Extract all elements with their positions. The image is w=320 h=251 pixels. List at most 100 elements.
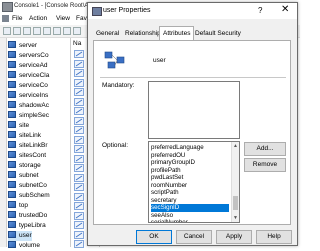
tree-item[interactable]: typeLibra xyxy=(8,221,46,231)
back-icon[interactable] xyxy=(3,27,11,35)
attribute-icon xyxy=(74,173,84,182)
help-icon[interactable] xyxy=(73,27,81,35)
tree-item[interactable]: storage xyxy=(8,161,41,171)
tree-item-user[interactable]: user xyxy=(8,231,32,241)
refresh-icon[interactable] xyxy=(53,27,61,35)
mmc-menu-icon[interactable] xyxy=(2,15,9,22)
schema-tree[interactable]: server serversCo serviceAd serviceCla se… xyxy=(0,38,71,249)
class-icon xyxy=(8,91,16,98)
list-item[interactable]: scriptPath xyxy=(151,189,229,197)
list-item[interactable]: pwdLastSet xyxy=(151,174,229,182)
add-button[interactable]: Add... xyxy=(244,142,286,156)
tree-item[interactable]: siteLink xyxy=(8,131,41,141)
tree-item[interactable]: serviceCo xyxy=(8,81,48,91)
attribute-icon xyxy=(74,211,84,220)
list-item[interactable]: preferredLanguage xyxy=(151,144,229,152)
menu-favorites[interactable]: Fav xyxy=(76,15,87,22)
class-icon xyxy=(8,131,16,138)
class-icon xyxy=(8,171,16,178)
tree-item[interactable]: server xyxy=(8,41,37,51)
tree-item[interactable]: volume xyxy=(8,241,40,251)
tree-item[interactable]: serviceAd xyxy=(8,61,48,71)
attribute-icon xyxy=(74,88,84,96)
list-item[interactable]: roomNumber xyxy=(151,182,229,190)
attribute-icon xyxy=(74,145,84,153)
class-icon xyxy=(8,221,16,228)
tree-item[interactable]: siteLinkBr xyxy=(8,141,48,151)
title-help-button[interactable]: ? xyxy=(258,6,262,15)
up-icon[interactable] xyxy=(23,27,31,35)
scroll-thumb[interactable] xyxy=(233,196,238,210)
tab-default-security[interactable]: Default Security xyxy=(192,28,244,39)
properties-icon[interactable] xyxy=(43,27,51,35)
optional-list[interactable]: preferredLanguage preferredOU primaryGro… xyxy=(148,141,240,223)
tree-item[interactable]: simpleSec xyxy=(8,111,49,121)
tree-item[interactable]: site xyxy=(8,121,29,131)
class-icon xyxy=(8,161,16,168)
mandatory-label: Mandatory: xyxy=(102,82,135,89)
mandatory-list[interactable] xyxy=(148,81,240,139)
show-tree-icon[interactable] xyxy=(33,27,41,35)
tree-item[interactable]: trustedDo xyxy=(8,211,47,221)
attribute-icon xyxy=(74,154,84,163)
tab-relationship[interactable]: Relationship xyxy=(122,28,164,39)
class-icon xyxy=(8,121,16,128)
tab-general[interactable]: General xyxy=(93,28,122,39)
tree-item[interactable]: serversCo xyxy=(8,51,49,61)
tree-item[interactable]: top xyxy=(8,201,28,211)
forward-icon[interactable] xyxy=(13,27,21,35)
tree-item[interactable]: subSchem xyxy=(8,191,50,201)
tree-scrollbar[interactable] xyxy=(0,38,7,247)
class-icon xyxy=(8,71,16,78)
class-icon xyxy=(8,181,16,188)
list-item[interactable]: profilePath xyxy=(151,167,229,175)
remove-button[interactable]: Remove xyxy=(244,158,286,172)
scroll-down-icon[interactable]: ▼ xyxy=(233,215,238,221)
class-icon xyxy=(8,61,16,68)
tree-item[interactable]: shadowAc xyxy=(8,101,49,111)
attribute-icon xyxy=(74,192,84,201)
list-item-selected[interactable]: secSignID xyxy=(151,204,229,212)
tree-item[interactable]: sitesCont xyxy=(8,151,46,161)
attribute-icon xyxy=(74,69,84,77)
menu-action[interactable]: Action xyxy=(29,15,47,22)
list-item[interactable]: serialNumber xyxy=(151,219,229,222)
tree-item[interactable]: subnetCo xyxy=(8,181,47,191)
attribute-icon xyxy=(74,107,84,115)
list-item[interactable]: primaryGroupID xyxy=(151,159,229,167)
divider xyxy=(100,77,286,78)
dialog-title: user Properties xyxy=(103,7,151,14)
close-icon[interactable]: ✕ xyxy=(281,4,289,15)
scroll-up-icon[interactable]: ▲ xyxy=(233,143,238,149)
attribute-icon xyxy=(74,164,84,172)
apply-button[interactable]: Apply xyxy=(216,230,252,244)
help-button[interactable]: Help xyxy=(256,230,292,244)
tree-item[interactable]: subnet xyxy=(8,171,39,181)
attributes-panel: user Mandatory: Optional: preferredLangu… xyxy=(93,40,291,225)
attribute-icon xyxy=(74,59,84,68)
class-icon xyxy=(8,141,16,148)
export-icon[interactable] xyxy=(63,27,71,35)
tree-item[interactable]: serviceIns xyxy=(8,91,48,101)
attribute-icon xyxy=(74,183,84,191)
ok-button[interactable]: OK xyxy=(136,230,172,244)
list-item[interactable]: seeAlso xyxy=(151,212,229,220)
menu-file[interactable]: File xyxy=(12,15,22,22)
optional-list-scrollbar[interactable]: ▲ ▼ xyxy=(231,142,239,222)
class-icon xyxy=(8,231,16,238)
list-item[interactable]: secretary xyxy=(151,197,229,205)
mmc-app-icon xyxy=(2,2,13,12)
class-icon xyxy=(8,191,16,198)
attribute-icon xyxy=(74,116,84,125)
details-column-header[interactable]: Na xyxy=(73,40,81,47)
list-item[interactable]: preferredOU xyxy=(151,152,229,160)
cancel-button[interactable]: Cancel xyxy=(176,230,212,244)
optional-label: Optional: xyxy=(102,142,129,149)
user-properties-dialog: user Properties ? ✕ General Relationship… xyxy=(87,2,298,246)
class-icon xyxy=(8,151,16,158)
attribute-icon xyxy=(74,202,84,210)
tab-attributes[interactable]: Attributes xyxy=(159,26,195,40)
attribute-icon xyxy=(74,126,84,134)
tree-item[interactable]: serviceCla xyxy=(8,71,49,81)
menu-view[interactable]: View xyxy=(56,15,70,22)
